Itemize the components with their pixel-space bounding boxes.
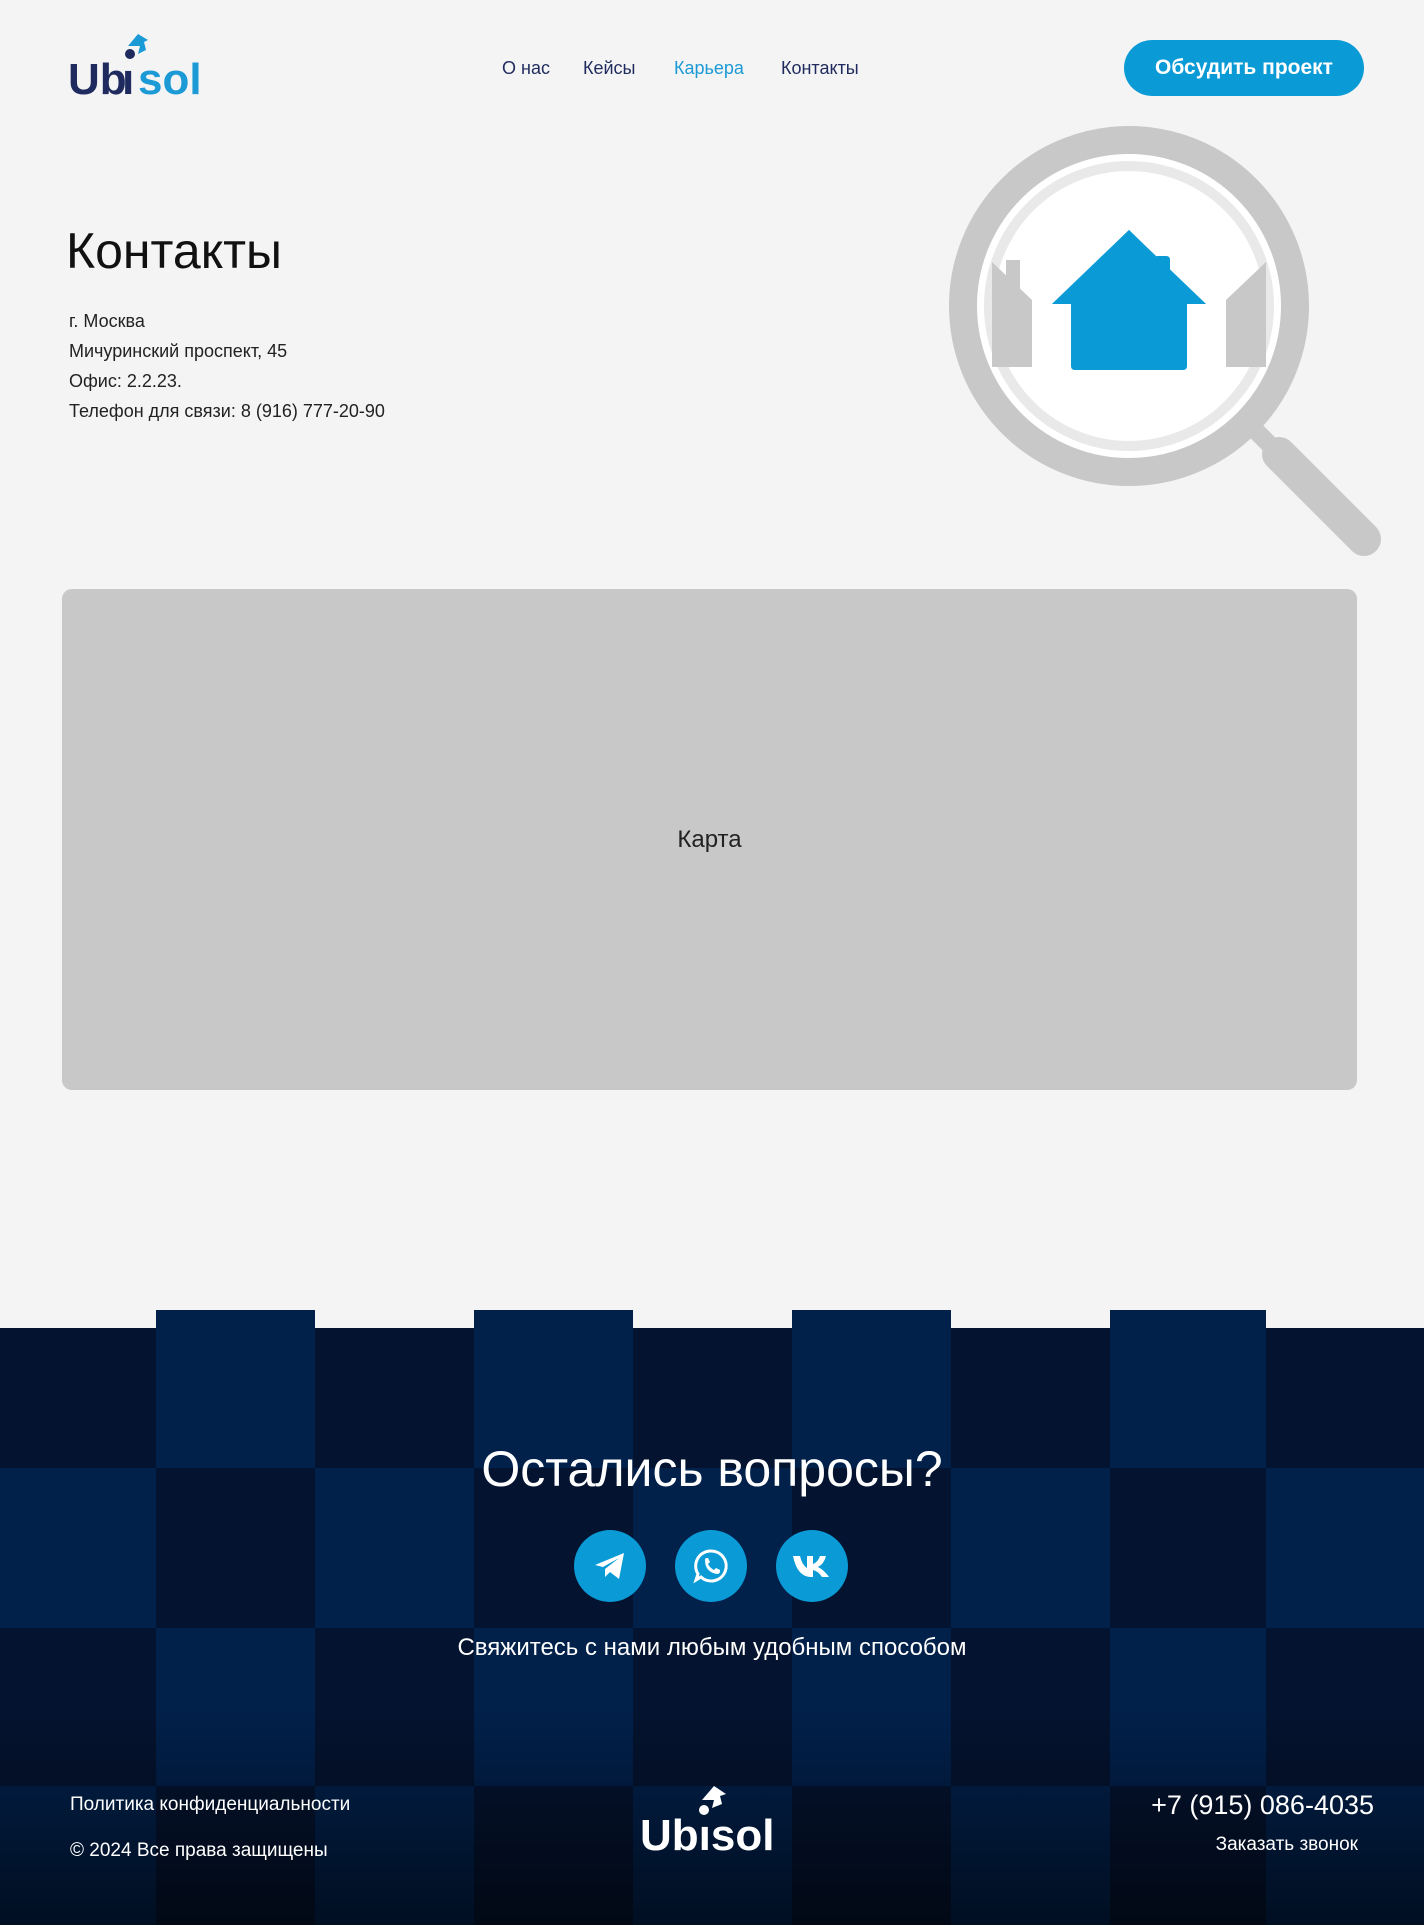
address-street: Мичуринский проспект, 45 bbox=[69, 341, 288, 361]
footer-subtitle: Свяжитесь с нами любым удобным способом bbox=[457, 1634, 967, 1661]
copyright: © 2024 Все права защищены bbox=[70, 1840, 328, 1861]
privacy-policy-link[interactable]: Политика конфиденциальности bbox=[70, 1794, 350, 1816]
nav-about[interactable]: О нас bbox=[502, 58, 550, 79]
whatsapp-icon bbox=[693, 1549, 728, 1584]
order-callback-link[interactable]: Заказать звонок bbox=[1216, 1834, 1358, 1856]
nav-career[interactable]: Карьера bbox=[674, 58, 744, 79]
nav-contacts[interactable]: Контакты bbox=[781, 58, 859, 79]
contact-address: г. Москва Мичуринский проспект, 45 Офис:… bbox=[69, 306, 385, 426]
address-office: Офис: 2.2.23. bbox=[69, 371, 182, 391]
map-label: Карта bbox=[677, 825, 742, 853]
magnifier-house-icon bbox=[949, 126, 1381, 556]
social-links bbox=[0, 1530, 1424, 1602]
telegram-icon bbox=[595, 1553, 624, 1579]
vk-icon bbox=[793, 1556, 829, 1577]
svg-text:Ubısol: Ubısol bbox=[640, 1811, 774, 1854]
footer-title: Остались вопросы? bbox=[481, 1441, 943, 1497]
map-placeholder[interactable]: Карта bbox=[62, 589, 1357, 1090]
nav-cases[interactable]: Кейсы bbox=[583, 58, 636, 79]
address-city: г. Москва bbox=[69, 311, 145, 331]
contact-phone: Телефон для связи: 8 (916) 777-20-90 bbox=[69, 401, 385, 421]
site-header: Ub ı sol О нас Кейсы Карьера Контакты Об… bbox=[0, 0, 1424, 140]
telegram-button[interactable] bbox=[574, 1530, 646, 1602]
footer-logo[interactable]: Ubısol bbox=[640, 1782, 780, 1854]
discuss-project-button[interactable]: Обсудить проект bbox=[1124, 40, 1364, 96]
vk-button[interactable] bbox=[776, 1530, 848, 1602]
page-title: Контакты bbox=[66, 223, 282, 279]
whatsapp-button[interactable] bbox=[675, 1530, 747, 1602]
footer-phone[interactable]: +7 (915) 086-4035 bbox=[1151, 1790, 1374, 1821]
